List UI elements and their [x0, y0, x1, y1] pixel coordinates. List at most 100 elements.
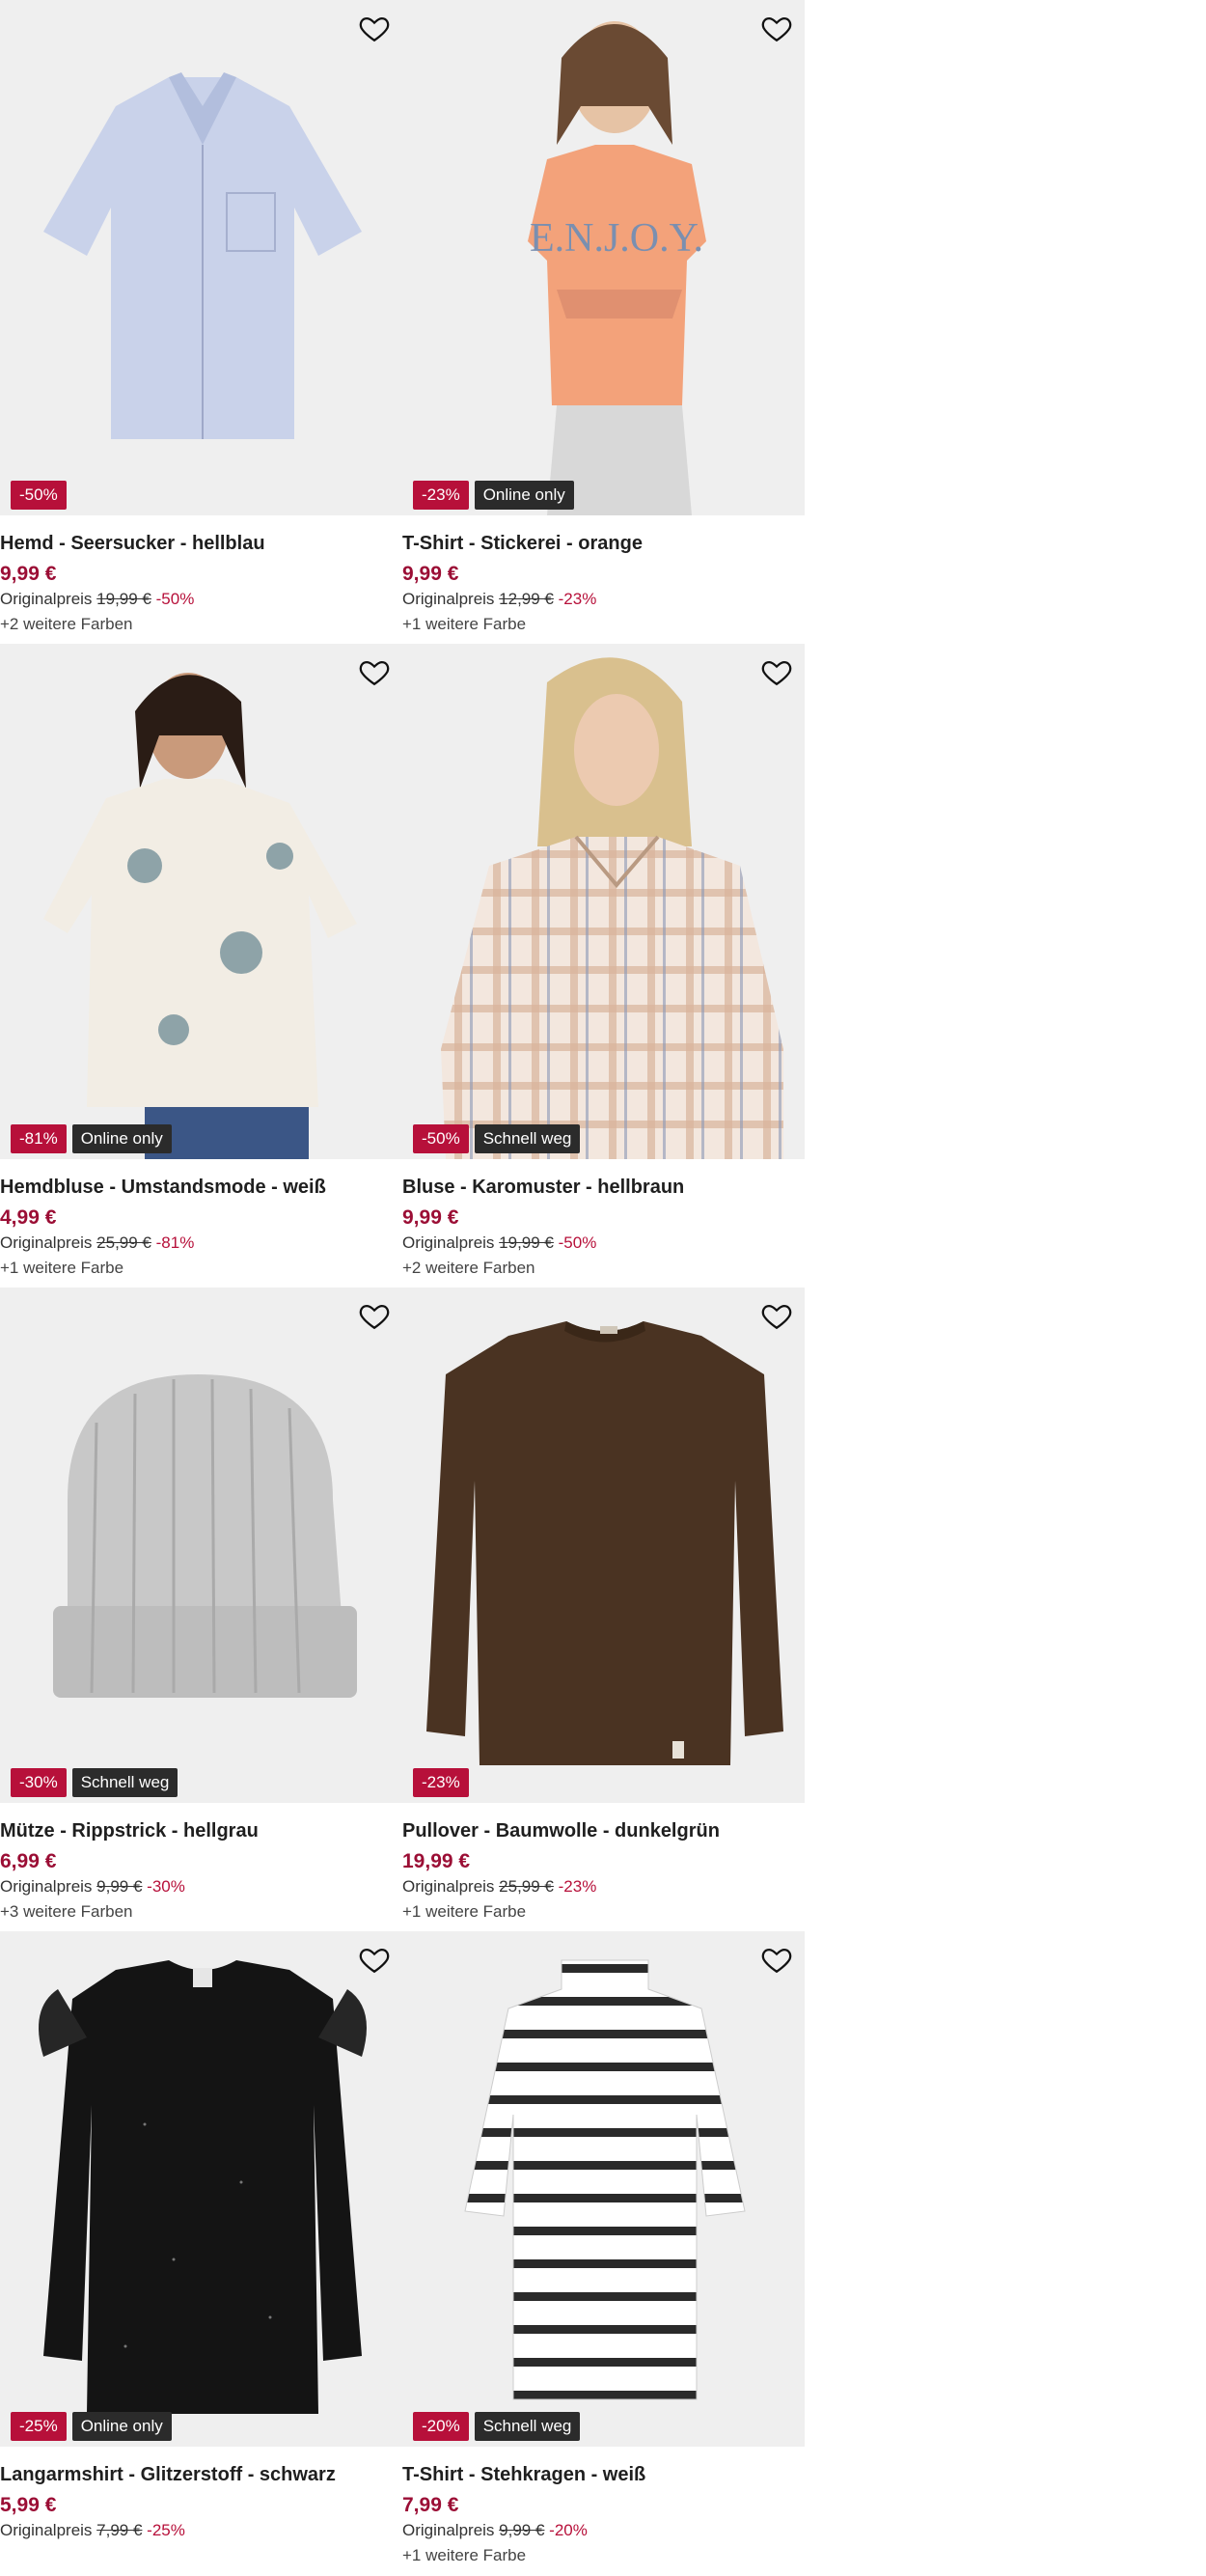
product-price: 5,99 € — [0, 2494, 57, 2516]
product-card[interactable]: -25% Online only Langarmshirt - Glitzers… — [0, 1931, 402, 2575]
product-title[interactable]: Bluse - Karomuster - hellbraun — [402, 1177, 805, 1199]
heart-icon[interactable] — [760, 1943, 793, 1976]
product-grid: -50% Hemd - Seersucker - hellblau 9,99 €… — [0, 0, 805, 2575]
badge-row: -23% — [413, 1768, 469, 1797]
product-card[interactable]: E.N.J.O.Y. -23% Online only T-Shirt - St… — [402, 0, 805, 644]
beanie-image — [53, 1374, 357, 1698]
product-price: 6,99 € — [0, 1850, 57, 1872]
online-only-badge: Online only — [71, 2412, 172, 2441]
original-price: 25,99 € — [499, 1877, 554, 1896]
product-title[interactable]: Langarmshirt - Glitzerstoff - schwarz — [0, 2464, 402, 2486]
product-image[interactable]: -23% — [402, 1288, 805, 1803]
product-info: Bluse - Karomuster - hellbraun 9,99 € Or… — [402, 1159, 805, 1278]
discount-badge: -25% — [11, 2412, 67, 2441]
discount-percent: -25% — [147, 2521, 185, 2539]
product-price: 9,99 € — [402, 1206, 459, 1229]
product-card[interactable]: -23% Pullover - Baumwolle - dunkelgrün 1… — [402, 1288, 805, 1931]
product-title[interactable]: Hemdbluse - Umstandsmode - weiß — [0, 1177, 402, 1199]
product-image[interactable]: -25% Online only — [0, 1931, 402, 2447]
product-info: Hemdbluse - Umstandsmode - weiß 4,99 € O… — [0, 1159, 402, 1278]
discount-badge: -20% — [413, 2412, 469, 2441]
product-title[interactable]: T-Shirt - Stickerei - orange — [402, 533, 805, 555]
product-image[interactable]: E.N.J.O.Y. -23% Online only — [402, 0, 805, 515]
product-price: 19,99 € — [402, 1850, 471, 1872]
product-price: 4,99 € — [0, 1206, 57, 1229]
original-price: 12,99 € — [499, 590, 554, 608]
original-price-label: Originalpreis — [402, 1233, 495, 1252]
product-card[interactable]: -20% Schnell weg T-Shirt - Stehkragen - … — [402, 1931, 805, 2575]
product-card[interactable]: -50% Schnell weg Bluse - Karomuster - he… — [402, 644, 805, 1288]
original-price-label: Originalpreis — [402, 2521, 495, 2539]
product-image[interactable]: -50% — [0, 0, 402, 515]
schnell-weg-badge: Schnell weg — [474, 1124, 581, 1153]
badge-row: -81% Online only — [11, 1124, 172, 1153]
original-price: 9,99 € — [96, 1877, 143, 1896]
original-price-line: Originalpreis 25,99 € -23% — [402, 1877, 805, 1897]
more-colors[interactable]: +2 weitere Farben — [0, 615, 402, 634]
discount-percent: -23% — [558, 590, 597, 608]
discount-badge: -23% — [413, 481, 469, 510]
striped-tshirt-image — [464, 1959, 746, 2400]
heart-icon[interactable] — [760, 655, 793, 688]
original-price: 9,99 € — [499, 2521, 545, 2539]
schnell-weg-badge: Schnell weg — [71, 1768, 178, 1797]
product-info: Langarmshirt - Glitzerstoff - schwarz 5,… — [0, 2447, 402, 2540]
original-price-line: Originalpreis 9,99 € -20% — [402, 2521, 805, 2540]
product-price: 7,99 € — [402, 2494, 459, 2516]
product-title[interactable]: T-Shirt - Stehkragen - weiß — [402, 2464, 805, 2486]
product-card[interactable]: -81% Online only Hemdbluse - Umstandsmod… — [0, 644, 402, 1288]
product-price: 9,99 € — [0, 563, 57, 585]
tshirt-model-image: E.N.J.O.Y. — [528, 21, 706, 515]
heart-icon[interactable] — [358, 655, 391, 688]
original-price: 19,99 € — [96, 590, 151, 608]
product-price: 9,99 € — [402, 563, 459, 585]
product-info: T-Shirt - Stickerei - orange 9,99 € Orig… — [402, 515, 805, 634]
badge-row: -50% — [11, 481, 67, 510]
original-price: 19,99 € — [499, 1233, 554, 1252]
product-image[interactable]: -20% Schnell weg — [402, 1931, 805, 2447]
product-title[interactable]: Mütze - Rippstrick - hellgrau — [0, 1820, 402, 1842]
heart-icon[interactable] — [358, 1299, 391, 1332]
heart-icon[interactable] — [760, 12, 793, 44]
heart-icon[interactable] — [358, 1943, 391, 1976]
sweater-image — [426, 1321, 783, 1765]
glitter-longsleeve-image — [39, 1960, 367, 2414]
online-only-badge: Online only — [474, 481, 574, 510]
discount-percent: -23% — [558, 1877, 597, 1896]
product-card[interactable]: -30% Schnell weg Mütze - Rippstrick - he… — [0, 1288, 402, 1931]
discount-badge: -30% — [11, 1768, 67, 1797]
more-colors[interactable]: +3 weitere Farben — [0, 1902, 402, 1922]
original-price-label: Originalpreis — [402, 590, 495, 608]
badge-row: -50% Schnell weg — [413, 1124, 581, 1153]
discount-badge: -23% — [413, 1768, 469, 1797]
product-info: T-Shirt - Stehkragen - weiß 7,99 € Origi… — [402, 2447, 805, 2565]
badge-row: -23% Online only — [413, 481, 574, 510]
original-price-line: Originalpreis 25,99 € -81% — [0, 1233, 402, 1253]
original-price-label: Originalpreis — [402, 1877, 495, 1896]
discount-percent: -30% — [147, 1877, 185, 1896]
more-colors[interactable]: +1 weitere Farbe — [402, 615, 805, 634]
product-image[interactable]: -50% Schnell weg — [402, 644, 805, 1159]
more-colors[interactable]: +1 weitere Farbe — [402, 1902, 805, 1922]
original-price: 7,99 € — [96, 2521, 143, 2539]
original-price-label: Originalpreis — [0, 2521, 93, 2539]
product-image[interactable]: -30% Schnell weg — [0, 1288, 402, 1803]
plaid-blouse-model-image — [441, 657, 783, 1159]
discount-percent: -20% — [549, 2521, 588, 2539]
heart-icon[interactable] — [760, 1299, 793, 1332]
heart-icon[interactable] — [358, 12, 391, 44]
product-title[interactable]: Pullover - Baumwolle - dunkelgrün — [402, 1820, 805, 1842]
product-image[interactable]: -81% Online only — [0, 644, 402, 1159]
discount-percent: -50% — [155, 590, 195, 608]
product-card[interactable]: -50% Hemd - Seersucker - hellblau 9,99 €… — [0, 0, 402, 644]
original-price-line: Originalpreis 19,99 € -50% — [402, 1233, 805, 1253]
product-title[interactable]: Hemd - Seersucker - hellblau — [0, 533, 402, 555]
discount-percent: -81% — [155, 1233, 195, 1252]
more-colors[interactable]: +2 weitere Farben — [402, 1259, 805, 1278]
more-colors[interactable]: +1 weitere Farbe — [0, 1259, 402, 1278]
original-price-label: Originalpreis — [0, 1233, 93, 1252]
more-colors[interactable]: +1 weitere Farbe — [402, 2546, 805, 2565]
schnell-weg-badge: Schnell weg — [474, 2412, 581, 2441]
product-info: Pullover - Baumwolle - dunkelgrün 19,99 … — [402, 1803, 805, 1922]
online-only-badge: Online only — [71, 1124, 172, 1153]
